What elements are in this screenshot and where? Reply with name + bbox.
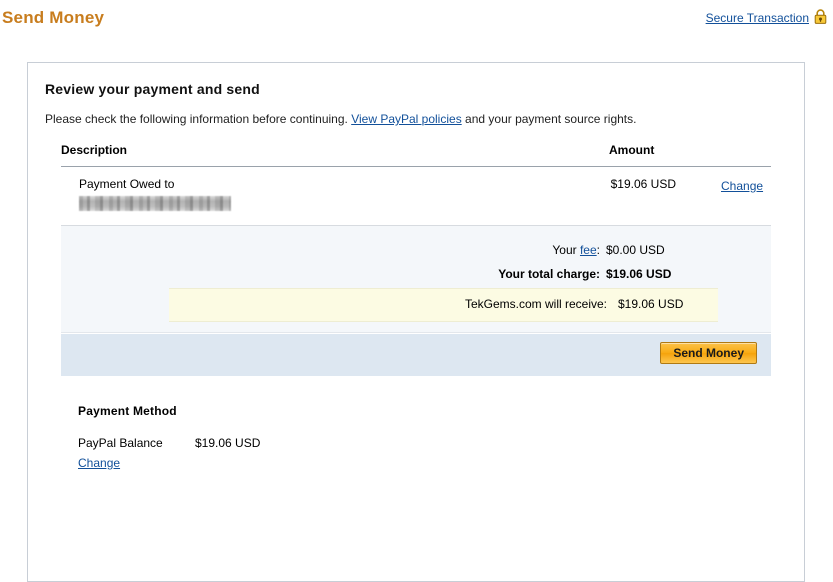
panel-instruction: Please check the following information b… bbox=[45, 111, 788, 127]
view-paypal-policies-link[interactable]: View PayPal policies bbox=[351, 112, 462, 126]
payment-method-section: Payment Method PayPal Balance $19.06 USD… bbox=[78, 404, 771, 470]
table-row: Payment Owed to $19.06 USD Change bbox=[61, 167, 771, 226]
secure-transaction-link[interactable]: Secure Transaction bbox=[706, 11, 809, 25]
change-recipient-link[interactable]: Change bbox=[721, 179, 763, 193]
payment-owed-label: Payment Owed to bbox=[79, 177, 175, 191]
secure-transaction-block: Secure Transaction bbox=[706, 9, 827, 25]
payment-owed-amount: $19.06 USD bbox=[610, 177, 676, 191]
change-payment-method-link[interactable]: Change bbox=[78, 456, 120, 470]
recipient-receive-value: $19.06 USD bbox=[618, 297, 684, 311]
instruction-text-before: Please check the following information b… bbox=[45, 112, 352, 126]
fee-label: Your fee: bbox=[552, 243, 600, 257]
fee-link[interactable]: fee bbox=[580, 243, 597, 257]
table-header-row: Description Amount bbox=[61, 143, 771, 167]
review-payment-panel: Review your payment and send Please chec… bbox=[27, 62, 805, 582]
fee-value: $0.00 USD bbox=[606, 243, 665, 257]
send-money-button[interactable]: Send Money bbox=[660, 342, 757, 364]
panel-heading: Review your payment and send bbox=[45, 81, 260, 97]
total-charge-value: $19.06 USD bbox=[606, 267, 672, 281]
payment-table: Description Amount Payment Owed to $19.0… bbox=[61, 143, 771, 470]
summary-section: Your fee: $0.00 USD Your total charge: $… bbox=[61, 226, 771, 333]
page-header: Send Money Secure Transaction bbox=[0, 0, 833, 40]
recipient-redacted-field bbox=[79, 196, 231, 211]
recipient-receive-label: TekGems.com will receive: bbox=[464, 297, 607, 311]
recipient-receive-band: TekGems.com will receive: $19.06 USD bbox=[169, 288, 718, 322]
payment-method-name: PayPal Balance bbox=[78, 436, 163, 450]
panel-inner: Review your payment and send Please chec… bbox=[28, 63, 804, 470]
page-title: Send Money bbox=[2, 8, 105, 27]
column-header-description: Description bbox=[61, 143, 128, 157]
total-charge-row: Your total charge: $19.06 USD bbox=[61, 264, 771, 288]
padlock-icon bbox=[814, 9, 827, 24]
instruction-text-after: and your payment source rights. bbox=[461, 112, 637, 126]
fee-label-after: : bbox=[596, 243, 600, 257]
payment-method-amount: $19.06 USD bbox=[195, 436, 261, 450]
fee-row: Your fee: $0.00 USD bbox=[61, 240, 771, 264]
payment-method-row: PayPal Balance $19.06 USD bbox=[78, 436, 771, 452]
payment-method-title: Payment Method bbox=[78, 404, 177, 418]
column-header-amount: Amount bbox=[609, 143, 655, 157]
total-charge-label: Your total charge: bbox=[498, 267, 600, 281]
action-strip: Send Money bbox=[61, 333, 771, 376]
fee-label-before: Your bbox=[552, 243, 580, 257]
